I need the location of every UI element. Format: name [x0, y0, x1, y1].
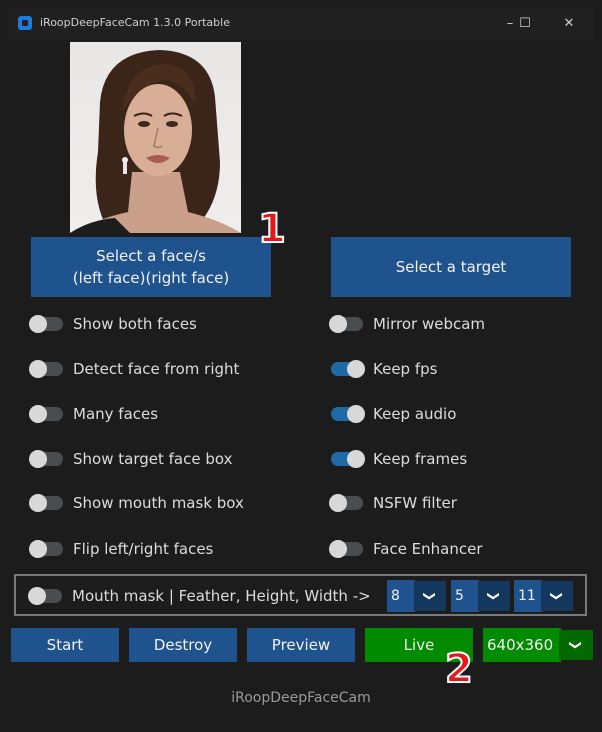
select-target-button[interactable]: Select a target — [331, 237, 571, 297]
height-value: 5 — [451, 580, 479, 612]
toggle-keep-fps[interactable]: Keep fps — [331, 357, 437, 381]
select-face-label-line2: (left face)(right face) — [72, 269, 230, 287]
switch[interactable] — [29, 405, 63, 423]
start-button[interactable]: Start — [11, 628, 119, 662]
toggle-label: Many faces — [73, 405, 159, 423]
select-face-button[interactable]: Select a face/s (left face)(right face) — [31, 237, 271, 297]
toggle-face-enhancer[interactable]: Face Enhancer — [329, 537, 483, 561]
width-value: 11 — [514, 580, 542, 612]
toggle-keep-frames[interactable]: Keep frames — [331, 447, 467, 471]
app-icon — [18, 16, 32, 30]
switch[interactable] — [329, 494, 363, 512]
toggle-label: Show mouth mask box — [73, 494, 244, 512]
switch[interactable] — [331, 405, 365, 423]
destroy-button[interactable]: Destroy — [129, 628, 237, 662]
toggle-label: NSFW filter — [373, 494, 457, 512]
toggle-mirror-webcam[interactable]: Mirror webcam — [329, 312, 486, 336]
switch[interactable] — [29, 315, 63, 333]
toggle-label: Keep audio — [373, 405, 457, 423]
width-select[interactable]: 11 ❯ — [514, 580, 573, 612]
toggle-nsfw-filter[interactable]: NSFW filter — [329, 491, 457, 515]
close-button[interactable]: ✕ — [549, 12, 589, 36]
toggle-label: Show both faces — [73, 315, 197, 333]
resolution-select[interactable]: 640x360 ❯ — [483, 628, 593, 662]
toggle-detect-face-from-right[interactable]: Detect face from right — [29, 357, 240, 381]
height-select[interactable]: 5 ❯ — [451, 580, 510, 612]
toggle-label: Detect face from right — [73, 360, 240, 378]
toggle-many-faces[interactable]: Many faces — [29, 402, 159, 426]
switch[interactable] — [329, 540, 363, 558]
toggle-label: Mirror webcam — [373, 315, 486, 333]
footer-title: iRoopDeepFaceCam — [231, 690, 371, 706]
switch[interactable] — [29, 494, 63, 512]
toggle-label: Mouth mask | Feather, Height, Width -> — [72, 587, 371, 605]
toggle-show-mouth-mask-box[interactable]: Show mouth mask box — [29, 491, 244, 515]
switch[interactable] — [331, 450, 365, 468]
toggle-show-target-face-box[interactable]: Show target face box — [29, 447, 233, 471]
preview-button[interactable]: Preview — [247, 628, 355, 662]
annotation-marker-1: 1 — [257, 205, 287, 253]
chevron-down-icon[interactable]: ❯ — [414, 581, 446, 611]
maximize-button[interactable]: ☐ — [505, 12, 545, 36]
source-face-image — [70, 42, 241, 233]
toggle-label: Show target face box — [73, 450, 233, 468]
window-title: iRoopDeepFaceCam 1.3.0 Portable — [40, 16, 230, 29]
resolution-value: 640x360 — [483, 628, 561, 662]
toggle-label: Face Enhancer — [373, 540, 483, 558]
switch[interactable] — [29, 450, 63, 468]
switch[interactable] — [331, 360, 365, 378]
toggle-show-both-faces[interactable]: Show both faces — [29, 312, 197, 336]
feather-value: 8 — [387, 580, 415, 612]
chevron-down-icon[interactable]: ❯ — [559, 630, 593, 660]
switch[interactable] — [329, 315, 363, 333]
switch[interactable] — [28, 587, 62, 605]
portrait-illustration — [70, 50, 241, 233]
chevron-down-icon[interactable]: ❯ — [541, 581, 573, 611]
title-bar: iRoopDeepFaceCam 1.3.0 Portable – ☐ ✕ — [8, 8, 594, 41]
toggle-label: Keep fps — [373, 360, 438, 378]
toggle-label: Flip left/right faces — [73, 540, 214, 558]
switch[interactable] — [29, 540, 63, 558]
toggle-keep-audio[interactable]: Keep audio — [331, 402, 456, 426]
select-face-label-line1: Select a face/s — [96, 247, 206, 265]
feather-select[interactable]: 8 ❯ — [387, 580, 446, 612]
annotation-marker-2: 2 — [444, 645, 474, 693]
chevron-down-icon[interactable]: ❯ — [478, 581, 510, 611]
toggle-flip-left-right-faces[interactable]: Flip left/right faces — [29, 537, 214, 561]
toggle-mouth-mask[interactable]: Mouth mask | Feather, Height, Width -> — [28, 584, 371, 608]
switch[interactable] — [29, 360, 63, 378]
toggle-label: Keep frames — [373, 450, 468, 468]
